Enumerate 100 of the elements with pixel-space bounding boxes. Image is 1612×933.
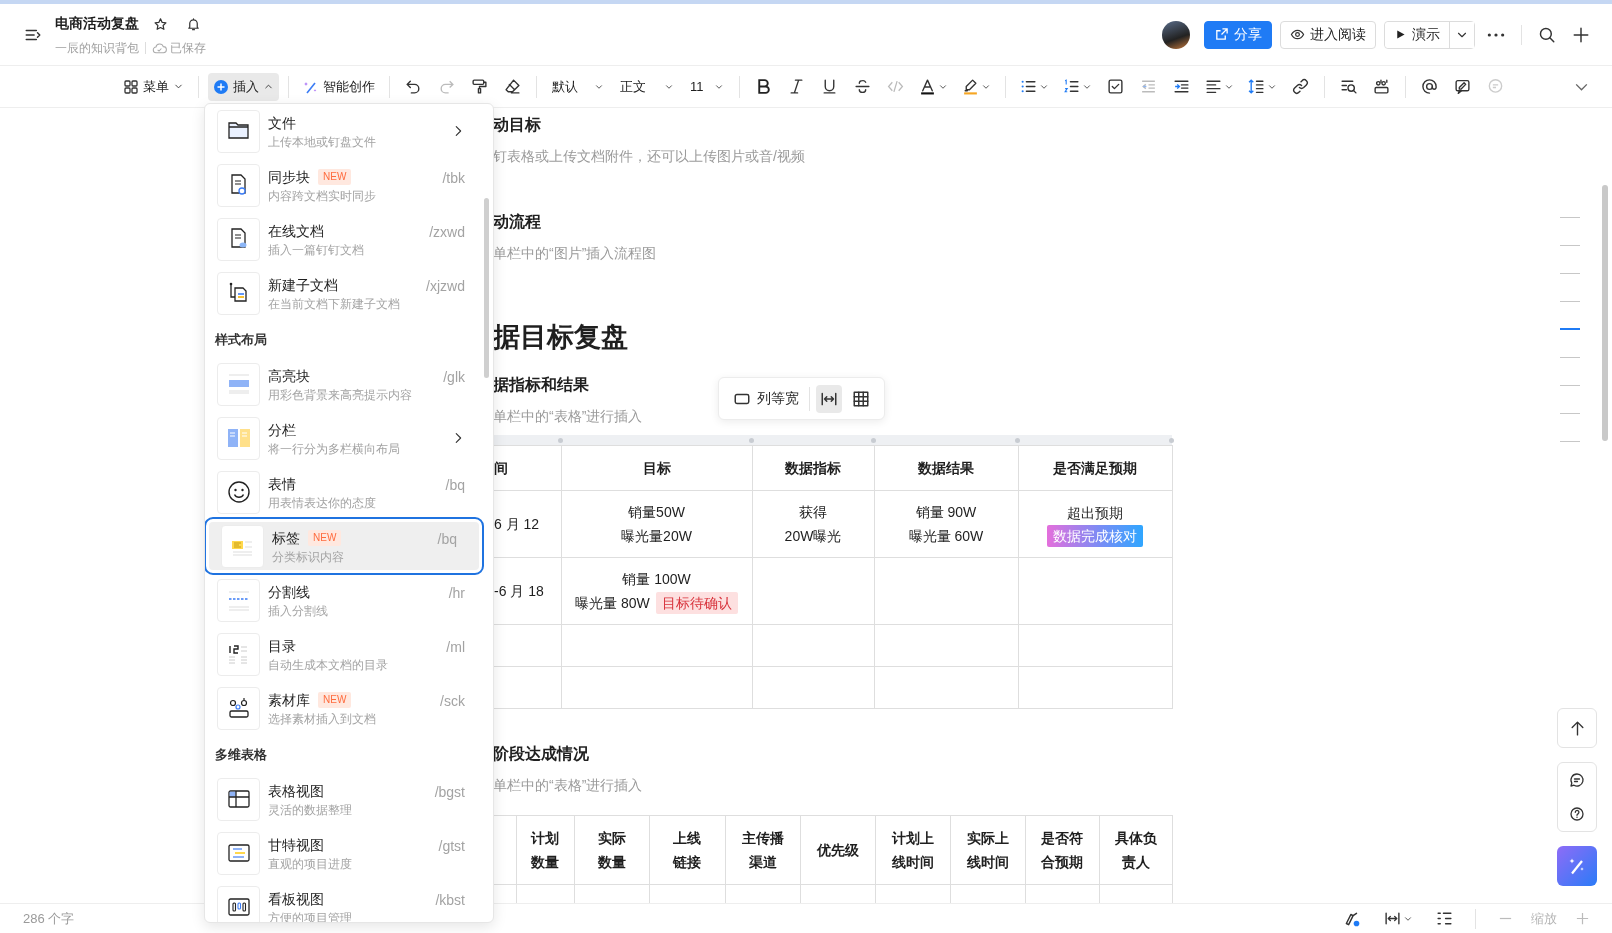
equal-column-width-button[interactable]: 列等宽 — [729, 384, 803, 413]
column-header: 是否满足预期 — [1018, 445, 1172, 491]
fit-width-button[interactable] — [816, 384, 842, 413]
cell-text: 销量 100W — [622, 570, 691, 589]
menu-item-title: 目录 — [268, 636, 296, 656]
bold-icon — [755, 78, 772, 95]
scrollbar[interactable] — [1602, 185, 1608, 441]
menu-item[interactable]: 文件 上传本地或钉盘文件 — [205, 104, 487, 158]
help-button[interactable] — [1567, 804, 1587, 824]
column-header: 具体负责人 — [1099, 815, 1172, 885]
outline-marker[interactable] — [1560, 327, 1580, 331]
search-icon — [1538, 25, 1556, 44]
outline-marker[interactable] — [1560, 243, 1580, 247]
status-tag: 目标待确认 — [655, 592, 738, 614]
menu-item-description: 插入一篇钉钉文档 — [268, 241, 365, 258]
new-badge: NEW — [308, 529, 342, 546]
placeholder-text: 单栏中的“表格”进行插入 — [493, 407, 643, 426]
outline-marker[interactable] — [1560, 215, 1580, 219]
outline-marker[interactable] — [1560, 299, 1580, 303]
numbered-list-icon — [1063, 78, 1080, 95]
code-icon — [887, 78, 904, 95]
checkbox-icon — [1107, 78, 1124, 95]
style-dropdown[interactable]: 默认 — [546, 72, 610, 101]
menu-item-description: 在当前文档下新建子文档 — [268, 295, 401, 312]
sticker-icon — [1373, 78, 1390, 95]
outline-marker[interactable] — [1560, 355, 1580, 359]
outline-marker[interactable] — [1560, 271, 1580, 275]
cell-text: 20W曝光 — [784, 527, 842, 546]
grid-icon — [123, 78, 139, 95]
share-icon — [1214, 27, 1229, 42]
bell-icon — [186, 16, 201, 32]
insert-button[interactable]: 插入 — [208, 72, 279, 101]
column-header: 实际上线时间 — [950, 815, 1025, 885]
menu-item-title: 新建子文档 — [268, 275, 338, 295]
menu-item-title: 甘特视图 — [268, 835, 324, 855]
paint-roller-icon — [471, 78, 488, 95]
menu-item-title: 文件 — [268, 113, 296, 133]
menu-item[interactable]: 表情 用表情表达你的态度 /bq — [205, 465, 487, 519]
cell-text: 6 月 12 — [494, 515, 540, 534]
menu-item-description: 用彩色背景来高亮提示内容 — [268, 386, 413, 403]
column-header: 是否符合预期 — [1025, 815, 1099, 885]
shortcut-text: /bq — [445, 477, 465, 493]
underline-icon — [821, 78, 838, 95]
help-icon — [1569, 806, 1585, 822]
eraser-icon — [504, 78, 521, 95]
find-text-icon — [1340, 78, 1357, 95]
outline-marker[interactable] — [1560, 383, 1580, 387]
font-size-dropdown[interactable]: 11 — [684, 72, 730, 101]
menu-item[interactable]: 新建子文档 在当前文档下新建子文档 /xjzwd — [205, 266, 487, 320]
share-button[interactable]: 分享 — [1204, 20, 1272, 49]
link-icon — [1292, 78, 1309, 95]
menu-item[interactable]: 目录 自动生成本文档的目录 /ml — [205, 627, 487, 681]
menu-item[interactable]: 分割线 插入分割线 /hr — [205, 573, 487, 627]
new-badge: NEW — [318, 691, 352, 708]
shortcut-text: /zxwd — [429, 224, 465, 240]
menu-item-description: 上传本地或钉盘文件 — [268, 133, 377, 150]
ai-create-button[interactable]: 智能创作 — [298, 72, 380, 101]
menu-item-description: 直观的项目进度 — [268, 855, 353, 872]
new-badge: NEW — [318, 168, 352, 185]
zoom-label: 缩放 — [1531, 909, 1557, 928]
word-count: 286 个字 — [23, 909, 75, 928]
back-to-top-button[interactable] — [1557, 708, 1597, 748]
undo-icon — [405, 78, 422, 95]
plus-icon — [1575, 911, 1590, 926]
shortcut-text: /hr — [448, 585, 465, 601]
menu-item-title: 分割线 — [268, 582, 310, 602]
avatar[interactable] — [1162, 20, 1190, 49]
shortcut-text: /xjzwd — [426, 278, 465, 294]
ai-assistant-button[interactable] — [1557, 846, 1597, 886]
cell-text: 曝光量 60W — [908, 527, 984, 546]
menu-item[interactable]: 分栏 将一行分为多栏横向布局 — [205, 411, 487, 465]
cell-text: 销量50W — [628, 503, 685, 522]
column-handle-bar[interactable] — [493, 435, 1172, 445]
column-header: 数据指标 — [752, 445, 874, 491]
menu-item[interactable]: 甘特视图 直观的项目进度 /gtst — [205, 826, 487, 880]
menu-item-title: 分栏 — [268, 420, 296, 440]
menu-item[interactable]: 表格视图 灵活的数据整理 /bgst — [205, 772, 487, 826]
menu-item[interactable]: 高亮块 用彩色背景来高亮提示内容 /glk — [205, 357, 487, 411]
menu-item-title: 高亮块 — [268, 366, 310, 386]
outdent-icon — [1140, 78, 1157, 95]
status-tag: 数据完成核对 — [1047, 525, 1143, 547]
strikethrough-icon — [854, 78, 871, 95]
signature-icon — [1454, 78, 1471, 95]
outline-marker[interactable] — [1560, 439, 1580, 443]
cell-text: 曝光量20W — [621, 527, 692, 546]
menu-item[interactable]: 素材库 NEW 选择素材插入到文档 /sck — [205, 681, 487, 735]
subsection-heading: 据指标和结果 — [493, 375, 589, 395]
menu-item[interactable]: 同步块 NEW 内容跨文档实时同步 /tbk — [205, 158, 487, 212]
at-sign-icon — [1421, 78, 1438, 95]
menu-item[interactable]: 在线文档 插入一篇钉钉文档 /zxwd — [205, 212, 487, 266]
paragraph-dropdown[interactable]: 正文 — [614, 72, 680, 101]
menu-section-heading: 多维表格 — [214, 746, 268, 764]
bullet-list-icon — [1020, 78, 1037, 95]
read-mode-button[interactable]: 进入阅读 — [1280, 20, 1376, 49]
shortcut-text: /bq — [437, 531, 457, 547]
outline-marker[interactable] — [1560, 411, 1580, 415]
indent-icon — [1173, 78, 1190, 95]
align-left-icon — [1205, 78, 1222, 95]
menu-scrollbar[interactable] — [484, 198, 489, 378]
menu-dropdown[interactable]: 菜单 — [118, 72, 189, 101]
